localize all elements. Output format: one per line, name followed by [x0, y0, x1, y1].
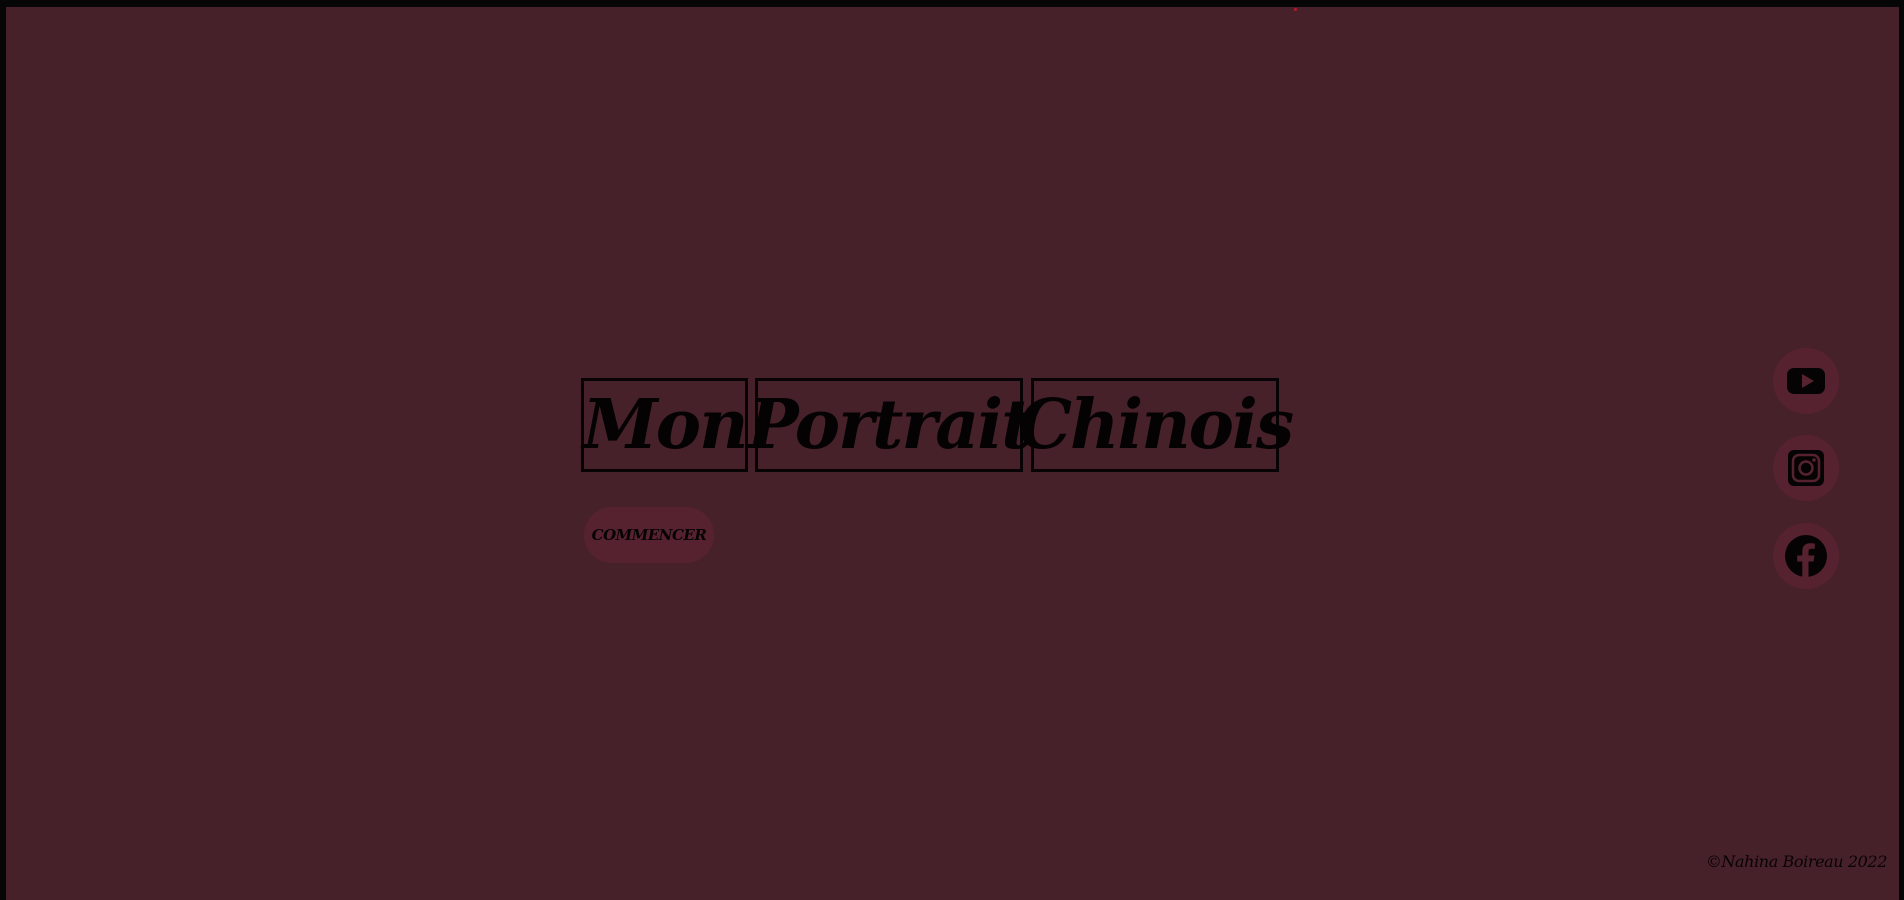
title-word-mon: Mon — [581, 378, 749, 472]
accent-dot — [1294, 8, 1297, 11]
instagram-icon — [1788, 450, 1824, 486]
title-word-text: Portrait — [747, 385, 1032, 465]
social-link-instagram[interactable] — [1773, 435, 1839, 501]
page-canvas: Mon Portrait Chinois COMMENCER ©Nahina B… — [6, 7, 1899, 900]
social-link-youtube[interactable] — [1773, 348, 1839, 414]
social-link-facebook[interactable] — [1773, 523, 1839, 589]
facebook-icon — [1785, 535, 1827, 578]
copyright-text: ©Nahina Boireau 2022 — [1705, 852, 1888, 871]
title-word-text: Mon — [582, 385, 748, 465]
title-word-portrait: Portrait — [747, 378, 1033, 472]
youtube-icon — [1787, 368, 1825, 394]
start-button[interactable]: COMMENCER — [584, 507, 714, 563]
title-word-text: Chinois — [1017, 385, 1294, 465]
title-word-chinois: Chinois — [1018, 378, 1294, 472]
